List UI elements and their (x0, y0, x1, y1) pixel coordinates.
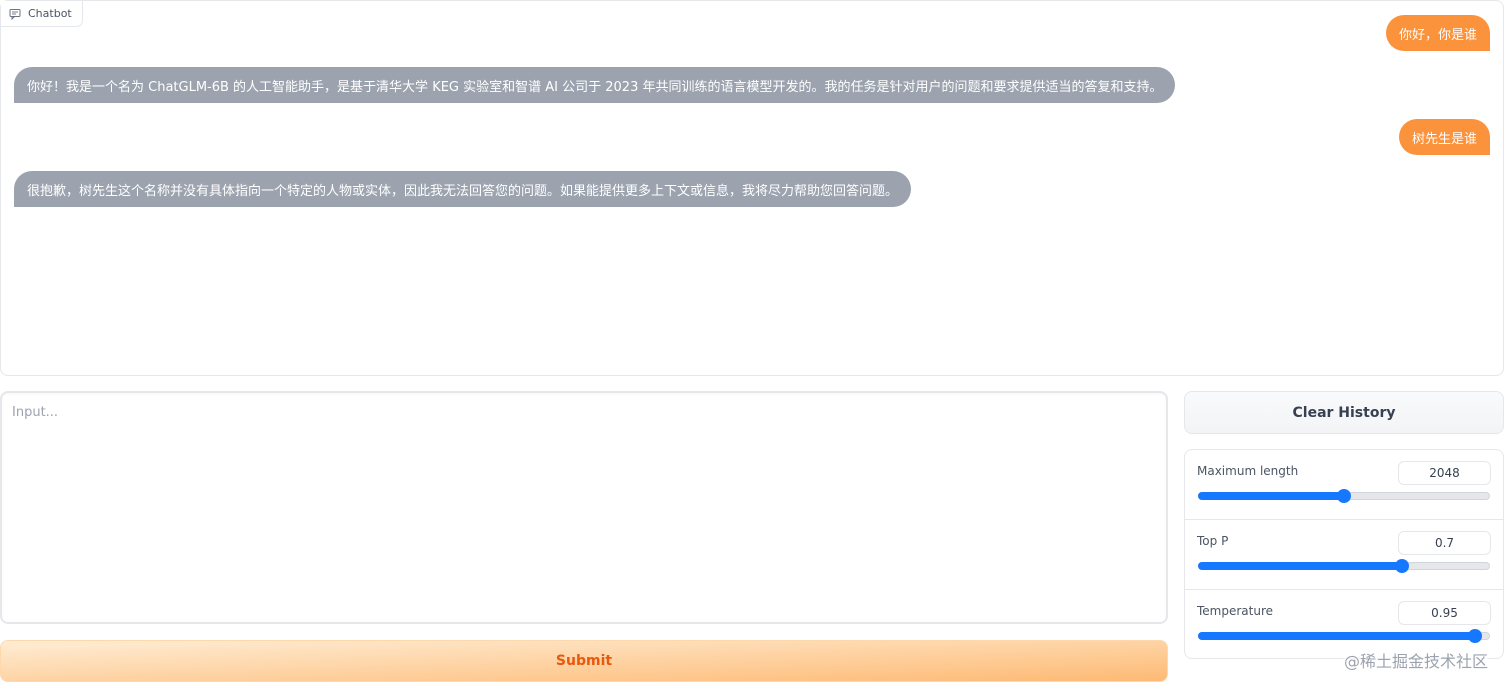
chatbot-panel: Chatbot 你好，你是谁 你好！我是一个名为 ChatGLM-6B 的人工智… (0, 0, 1504, 376)
parameter-panel: Maximum length Top P Temperature (1184, 449, 1504, 659)
slider-track[interactable] (1198, 629, 1490, 643)
slider-top-p: Top P (1185, 520, 1503, 590)
user-message: 你好，你是谁 (1385, 15, 1490, 51)
chat-icon (9, 8, 21, 20)
temperature-value-input[interactable] (1398, 601, 1491, 625)
slider-track[interactable] (1198, 489, 1490, 503)
slider-label: Temperature (1197, 604, 1274, 618)
slider-thumb[interactable] (1467, 629, 1482, 643)
slider-label: Top P (1197, 534, 1229, 548)
clear-history-button[interactable]: Clear History (1184, 391, 1504, 434)
chatbot-label: Chatbot (28, 7, 72, 20)
maximum-length-value-input[interactable] (1398, 461, 1491, 485)
submit-button[interactable]: Submit (0, 640, 1168, 682)
slider-label: Maximum length (1197, 464, 1299, 478)
message-input[interactable] (2, 393, 1166, 622)
user-message: 树先生是谁 (1398, 119, 1490, 155)
bot-message: 很抱歉，树先生这个名称并没有具体指向一个特定的人物或实体，因此我无法回答您的问题… (14, 171, 912, 207)
slider-thumb[interactable] (1395, 559, 1409, 573)
watermark: @稀土掘金技术社区 (1343, 648, 1488, 672)
slider-track[interactable] (1198, 559, 1490, 573)
slider-fill (1198, 492, 1343, 500)
slider-maximum-length: Maximum length (1185, 450, 1503, 520)
slider-fill (1198, 562, 1401, 570)
message-input-container (0, 391, 1168, 624)
chatbot-header: Chatbot (1, 1, 83, 27)
slider-thumb[interactable] (1337, 489, 1351, 503)
slider-fill (1198, 632, 1474, 640)
top-p-value-input[interactable] (1398, 531, 1491, 555)
bot-message: 你好！我是一个名为 ChatGLM-6B 的人工智能助手，是基于清华大学 KEG… (14, 67, 1176, 103)
